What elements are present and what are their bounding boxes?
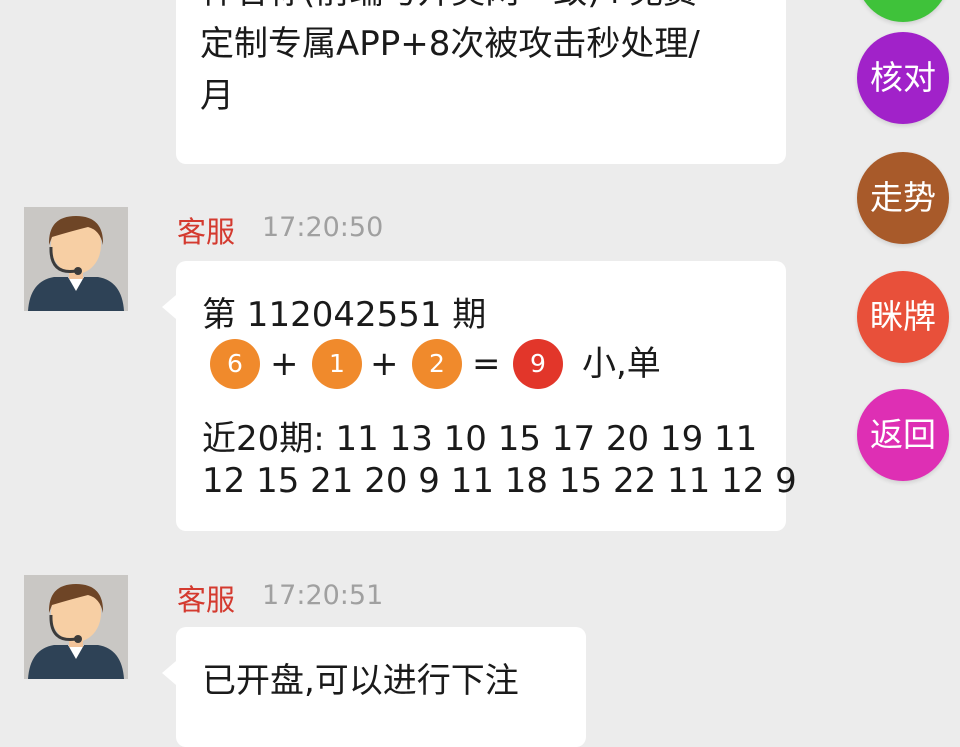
avatar[interactable] xyxy=(24,575,128,679)
result-ball: 1 xyxy=(312,339,362,389)
trend-button[interactable]: 走势 xyxy=(857,152,949,244)
recent-draws-line: 12 15 21 20 9 11 18 15 22 11 12 9 xyxy=(202,461,797,501)
sum-ball: 9 xyxy=(513,339,563,389)
message-text: 已开盘,可以进行下注 xyxy=(202,661,519,701)
recent-draws-line: 近20期: 11 13 10 15 17 20 19 11 xyxy=(202,419,758,459)
top-green-button[interactable] xyxy=(857,0,949,22)
sender-name: 客服 xyxy=(177,583,236,617)
plus-sign: + xyxy=(370,344,399,384)
squeeze-card-button[interactable]: 眯牌 xyxy=(857,271,949,363)
result-text: 小,单 xyxy=(582,344,661,384)
avatar[interactable] xyxy=(24,207,128,311)
result-ball: 2 xyxy=(412,339,462,389)
previous-message-bubble: 种名称(前端与开奖网一致)+免费 定制专属APP+8次被攻击秒处理/ 月 xyxy=(176,0,786,164)
previous-message-text: 种名称(前端与开奖网一致)+免费 定制专属APP+8次被攻击秒处理/ 月 xyxy=(200,0,700,116)
back-button[interactable]: 返回 xyxy=(857,389,949,481)
message-bubble: 已开盘,可以进行下注 xyxy=(162,627,586,747)
sender-name: 客服 xyxy=(177,215,236,249)
draw-result-bubble: 第 112042551 期 6 + 1 + 2 = 9 小,单 近20期: 11… xyxy=(162,261,797,531)
check-button[interactable]: 核对 xyxy=(857,32,949,124)
result-ball: 6 xyxy=(210,339,260,389)
customer-service-avatar-icon xyxy=(24,575,128,679)
timestamp: 17:20:50 xyxy=(262,212,384,243)
customer-service-avatar-icon xyxy=(24,207,128,311)
timestamp: 17:20:51 xyxy=(262,580,384,611)
equals-sign: = xyxy=(472,344,501,384)
plus-sign: + xyxy=(270,344,299,384)
issue-line: 第 112042551 期 xyxy=(202,295,487,335)
